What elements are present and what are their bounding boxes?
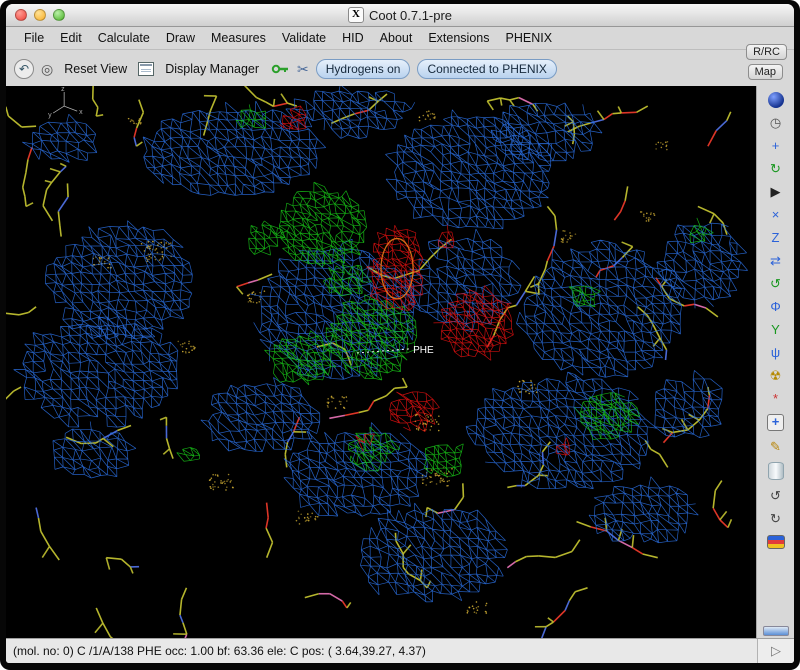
menu-measures[interactable]: Measures <box>203 29 274 47</box>
view-sphere-icon[interactable] <box>768 92 784 108</box>
display-manager-button[interactable]: Display Manager <box>161 60 263 78</box>
scissors-icon[interactable]: ✂ <box>297 61 309 78</box>
reset-view-button[interactable]: Reset View <box>60 60 131 78</box>
menu-phenix[interactable]: PHENIX <box>498 29 561 47</box>
svg-text:x: x <box>79 109 83 116</box>
display-manager-icon[interactable] <box>138 62 154 76</box>
flag-icon[interactable] <box>767 535 785 549</box>
status-text: (mol. no: 0) C /1/A/138 PHE occ: 1.00 bf… <box>13 644 426 658</box>
zigzag-bond-icon[interactable]: Z <box>766 227 786 248</box>
main-area: xyzPHE ◷+↻▶×Z⇄↺ΦYψ☢*+✎↺↻ <box>6 86 794 639</box>
svg-text:z: z <box>61 86 65 93</box>
coot-window: X Coot 0.7.1-pre File Edit Calculate Dra… <box>6 4 794 663</box>
right-toolbar: ◷+↻▶×Z⇄↺ΦYψ☢*+✎↺↻ <box>756 86 794 639</box>
menu-hid[interactable]: HID <box>334 29 372 47</box>
minimize-button[interactable] <box>34 9 46 21</box>
atom-bonds-icon[interactable]: * <box>766 388 786 409</box>
menu-draw[interactable]: Draw <box>158 29 203 47</box>
side-chain-icon[interactable]: Y <box>766 319 786 340</box>
branch-icon[interactable]: ψ <box>766 342 786 363</box>
close-button[interactable] <box>15 9 27 21</box>
gl-viewport[interactable]: x y z PHE <box>6 86 756 639</box>
ligand-brush-icon[interactable]: ✎ <box>766 436 786 457</box>
titlebar[interactable]: X Coot 0.7.1-pre <box>6 4 794 27</box>
expand-triangle-icon[interactable]: ▶ <box>766 181 786 202</box>
window-title: X Coot 0.7.1-pre <box>348 7 452 23</box>
map-button[interactable]: Map <box>748 64 783 80</box>
radiation-icon[interactable]: ☢ <box>766 365 786 386</box>
svg-text:y: y <box>48 112 52 119</box>
menu-about[interactable]: About <box>372 29 421 47</box>
menu-edit[interactable]: Edit <box>52 29 90 47</box>
toolbar: ↶ ◎ Reset View Display Manager ✂ Hydroge… <box>6 50 794 89</box>
key-icon[interactable] <box>270 63 290 75</box>
menu-file[interactable]: File <box>16 29 52 47</box>
window-title-text: Coot 0.7.1-pre <box>369 8 452 23</box>
menu-calculate[interactable]: Calculate <box>90 29 158 47</box>
phi-psi-icon[interactable]: Φ <box>766 296 786 317</box>
clock-icon[interactable]: ◷ <box>766 112 786 133</box>
menubar: File Edit Calculate Draw Measures Valida… <box>6 27 794 50</box>
phenix-connection-button[interactable]: Connected to PHENIX <box>417 59 556 79</box>
panel-expand-button[interactable]: ▷ <box>757 639 794 663</box>
menu-validate[interactable]: Validate <box>274 29 334 47</box>
undo-icon[interactable]: ↺ <box>766 485 786 506</box>
back-arrow-icon[interactable]: ↶ <box>14 59 34 79</box>
window-frame: X Coot 0.7.1-pre File Edit Calculate Dra… <box>0 0 800 670</box>
swap-atoms-icon[interactable]: ⇄ <box>766 250 786 271</box>
cylinder-icon[interactable] <box>768 462 784 480</box>
triangle-icon: ▷ <box>771 643 781 659</box>
spin-icon[interactable]: ↻ <box>766 158 786 179</box>
axes-gizmo <box>53 92 77 113</box>
zoom-button[interactable] <box>53 9 65 21</box>
menu-extensions[interactable]: Extensions <box>420 29 497 47</box>
translate-arrows-icon[interactable]: + <box>766 135 786 156</box>
rrc-button[interactable]: R/RC <box>746 44 787 60</box>
mini-scrollbar[interactable] <box>763 626 789 636</box>
x11-icon: X <box>348 7 364 23</box>
cross-bonds-icon[interactable]: × <box>766 204 786 225</box>
window-controls <box>15 9 65 21</box>
hydrogens-toggle-button[interactable]: Hydrogens on <box>316 59 411 79</box>
statusbar: (mol. no: 0) C /1/A/138 PHE occ: 1.00 bf… <box>6 638 794 663</box>
cycle-green-icon[interactable]: ↺ <box>766 273 786 294</box>
target-icon[interactable]: ◎ <box>41 61 53 78</box>
residue-label: PHE <box>413 345 434 356</box>
molecular-scene: x y z PHE <box>6 86 756 639</box>
add-atom-box-icon[interactable]: + <box>767 414 784 431</box>
redo-icon[interactable]: ↻ <box>766 508 786 529</box>
